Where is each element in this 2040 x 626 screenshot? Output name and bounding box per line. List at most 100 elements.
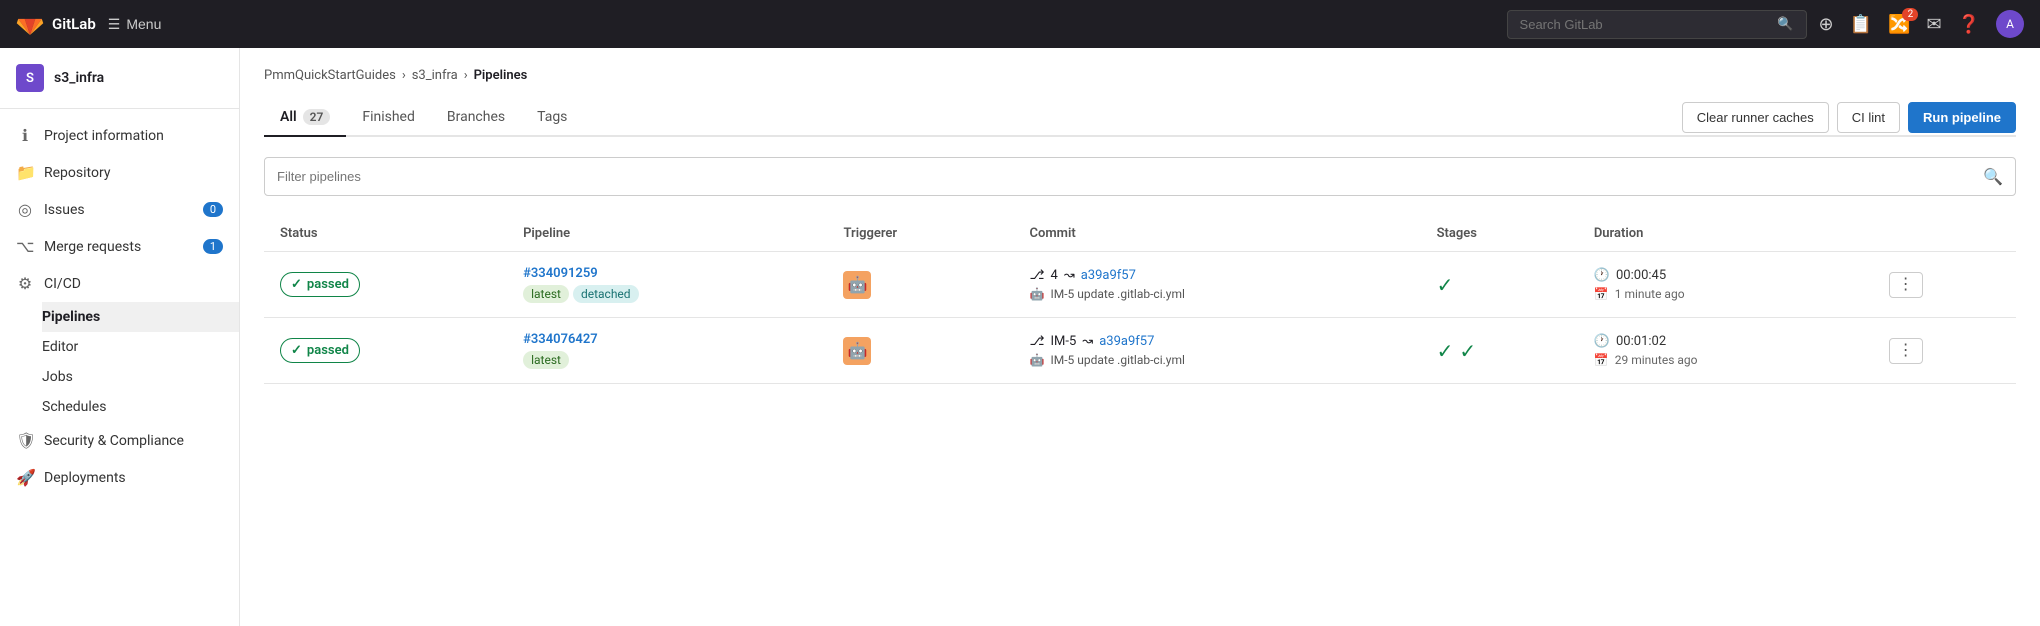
mr-nav-icon: ⌥ <box>16 237 34 256</box>
commit-hash[interactable]: a39a9f57 <box>1081 268 1136 283</box>
stage-check-icon[interactable]: ✓ <box>1437 339 1454 363</box>
table-row: ✓ passed#334091259latestdetached🤖 ⎇ 4 ↝ … <box>264 252 2016 318</box>
sidebar-item-cicd[interactable]: ⚙ CI/CD <box>0 265 239 302</box>
issues-icon[interactable]: ✉ <box>1926 14 1941 35</box>
sidebar-label-editor: Editor <box>42 339 78 355</box>
ci-lint-button[interactable]: CI lint <box>1837 102 1900 133</box>
create-icon[interactable]: ⊕ <box>1819 14 1834 35</box>
cell-stages: ✓ ✓ <box>1421 318 1578 384</box>
todo-icon[interactable]: 📋 <box>1850 14 1872 35</box>
sidebar-item-editor[interactable]: Editor <box>42 332 239 362</box>
col-pipeline: Pipeline <box>507 216 827 252</box>
search-bar[interactable]: 🔍 <box>1507 10 1807 39</box>
col-status: Status <box>264 216 507 252</box>
commit-hash[interactable]: a39a9f57 <box>1099 334 1154 349</box>
commit-row: ⎇ IM-5 ↝ a39a9f57 <box>1030 334 1405 349</box>
triggerer-avatar: 🤖 <box>843 337 871 365</box>
navbar: GitLab ☰ Menu 🔍 ⊕ 📋 🔀 2 ✉ ❓ A <box>0 0 2040 48</box>
issues-icon: ◎ <box>16 200 34 219</box>
breadcrumb-part-1[interactable]: s3_infra <box>412 68 458 83</box>
cell-triggerer: 🤖 <box>827 318 1013 384</box>
table-row: ✓ passed #334076427 latest 🤖 ⎇ IM-5 ↝ a39a9… <box>264 318 2016 384</box>
cell-stages: ✓ <box>1421 252 1578 318</box>
stage-check-icon[interactable]: ✓ <box>1459 339 1476 363</box>
help-icon[interactable]: ❓ <box>1958 14 1980 35</box>
status-badge: ✓ passed <box>280 338 360 363</box>
commit-message: 🤖 IM-5 update .gitlab-ci.yml <box>1030 287 1405 301</box>
tab-all-label: All <box>280 109 297 125</box>
filter-search-icon[interactable]: 🔍 <box>1971 158 2015 195</box>
more-actions-button[interactable]: ⋮ <box>1889 338 1923 364</box>
sidebar-item-repository[interactable]: 📁 Repository <box>0 154 239 191</box>
user-avatar[interactable]: A <box>1996 10 2024 38</box>
tab-all-count: 27 <box>303 109 331 125</box>
clear-cache-button[interactable]: Clear runner caches <box>1682 102 1829 133</box>
search-input[interactable] <box>1520 17 1770 32</box>
cell-more-actions: ⋮ <box>1873 318 2016 384</box>
tab-all[interactable]: All 27 <box>264 99 346 137</box>
navbar-icons: ⊕ 📋 🔀 2 ✉ ❓ A <box>1819 10 2024 38</box>
col-duration: Duration <box>1578 216 1873 252</box>
gitlab-logo[interactable]: GitLab <box>16 10 96 38</box>
sidebar-nav: ℹ Project information 📁 Repository ◎ Iss… <box>0 109 239 504</box>
cicd-subnav: Pipelines Editor Jobs Schedules <box>0 302 239 422</box>
sidebar-item-schedules[interactable]: Schedules <box>42 392 239 422</box>
menu-button[interactable]: ☰ Menu <box>108 16 162 33</box>
filter-input[interactable] <box>265 160 1971 193</box>
col-commit: Commit <box>1014 216 1421 252</box>
sidebar-label-merge-requests: Merge requests <box>44 239 141 255</box>
mr-badge: 2 <box>1902 8 1918 21</box>
info-icon: ℹ <box>16 126 34 145</box>
sidebar-item-pipelines[interactable]: Pipelines <box>42 302 239 332</box>
sidebar-label-security: Security & Compliance <box>44 433 184 449</box>
breadcrumb-sep-0: › <box>402 68 406 83</box>
time-ago: 📅 1 minute ago <box>1594 287 1857 301</box>
pipeline-link[interactable]: #334091259 <box>523 266 598 281</box>
stage-check-icon[interactable]: ✓ <box>1437 273 1454 297</box>
check-icon: ✓ <box>291 277 302 292</box>
pipeline-link[interactable]: #334076427 <box>523 332 598 347</box>
branch-icon: ⎇ <box>1030 334 1045 349</box>
tab-actions: Clear runner caches CI lint Run pipeline <box>1682 102 2016 133</box>
merge-request-icon[interactable]: 🔀 2 <box>1888 14 1910 35</box>
tab-branches[interactable]: Branches <box>431 99 521 137</box>
duration-value: 🕐 00:00:45 <box>1594 268 1857 283</box>
pipeline-tag: latest <box>523 351 569 369</box>
search-icon: 🔍 <box>1777 17 1793 32</box>
sidebar-item-merge-requests[interactable]: ⌥ Merge requests 1 <box>0 228 239 265</box>
sidebar-item-deployments[interactable]: 🚀 Deployments <box>0 459 239 496</box>
clock-icon: 🕐 <box>1594 334 1610 349</box>
cell-pipeline: #334076427 latest <box>507 318 827 384</box>
sidebar-item-issues[interactable]: ◎ Issues 0 <box>0 191 239 228</box>
tab-tags[interactable]: Tags <box>521 99 583 137</box>
sidebar-label-deployments: Deployments <box>44 470 126 486</box>
tab-branches-label: Branches <box>447 109 505 125</box>
cell-status: ✓ passed <box>264 252 507 318</box>
more-actions-button[interactable]: ⋮ <box>1889 272 1923 298</box>
run-pipeline-button[interactable]: Run pipeline <box>1908 102 2016 133</box>
tab-finished[interactable]: Finished <box>346 99 431 137</box>
cell-status: ✓ passed <box>264 318 507 384</box>
shield-icon: 🛡 <box>16 431 34 450</box>
col-stages: Stages <box>1421 216 1578 252</box>
tab-finished-label: Finished <box>362 109 415 125</box>
sidebar-item-security-compliance[interactable]: 🛡 Security & Compliance <box>0 422 239 459</box>
clock-icon: 🕐 <box>1594 268 1610 283</box>
sidebar-project[interactable]: S s3_infra <box>0 48 239 109</box>
breadcrumb-sep-1: › <box>464 68 468 83</box>
cell-duration: 🕐 00:01:02 📅 29 minutes ago <box>1578 318 1873 384</box>
breadcrumb-part-0[interactable]: PmmQuickStartGuides <box>264 68 396 83</box>
calendar-icon: 📅 <box>1594 353 1609 367</box>
main-content: PmmQuickStartGuides › s3_infra › Pipelin… <box>240 48 2040 626</box>
check-icon: ✓ <box>291 343 302 358</box>
issues-badge: 0 <box>203 202 223 217</box>
commit-emoji: 🤖 <box>1030 287 1045 301</box>
pipeline-tag: latest <box>523 285 569 303</box>
sidebar-item-project-information[interactable]: ℹ Project information <box>0 117 239 154</box>
sidebar-label-jobs: Jobs <box>42 369 73 385</box>
sidebar-label-project-info: Project information <box>44 128 164 144</box>
cicd-icon: ⚙ <box>16 274 34 293</box>
sidebar-item-jobs[interactable]: Jobs <box>42 362 239 392</box>
sidebar-label-issues: Issues <box>44 202 85 218</box>
sidebar: S s3_infra ℹ Project information 📁 Repos… <box>0 48 240 626</box>
